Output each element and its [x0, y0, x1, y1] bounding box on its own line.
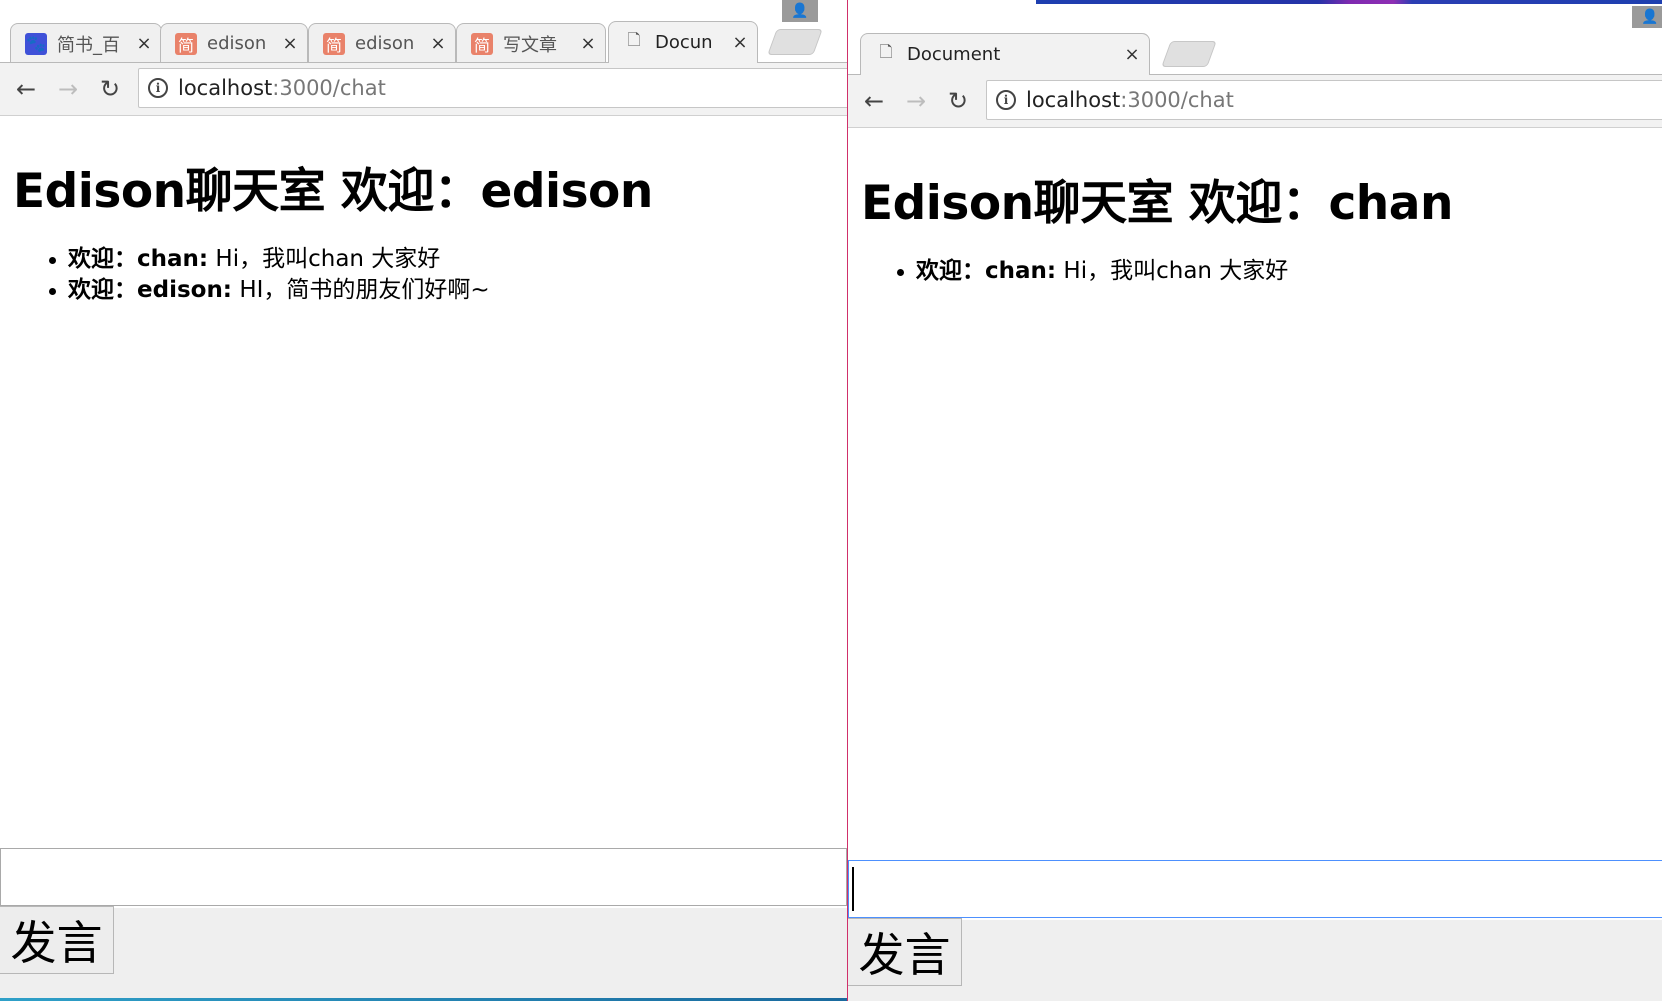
- page-content: Edison聊天室 欢迎：edison 欢迎：chan: Hi，我叫chan 大…: [0, 116, 847, 1001]
- url-host: localhost: [178, 76, 273, 100]
- profile-icon[interactable]: 👤: [1632, 6, 1662, 28]
- message-author: 欢迎：chan:: [916, 258, 1057, 284]
- message-author: 欢迎：chan:: [68, 246, 209, 272]
- tab-jianshu-edison-1[interactable]: 简 edison ×: [160, 23, 308, 63]
- close-icon[interactable]: ×: [731, 32, 749, 53]
- tab-title: edison: [207, 33, 267, 54]
- background-window-edge: [1036, 0, 1662, 4]
- page-title: Edison聊天室 欢迎：chan: [861, 176, 1453, 231]
- message-input[interactable]: [0, 848, 847, 906]
- new-tab-button[interactable]: [767, 29, 823, 55]
- send-button[interactable]: 发言: [0, 906, 114, 974]
- url-host: localhost: [1026, 88, 1121, 112]
- info-icon[interactable]: i: [996, 90, 1016, 110]
- tab-jianshu-edison-2[interactable]: 简 edison ×: [308, 23, 456, 63]
- tab-strip: 🗋 Document ×: [848, 12, 1662, 75]
- info-icon[interactable]: i: [148, 78, 168, 98]
- tab-write-article[interactable]: 简 写文章 ×: [456, 23, 606, 63]
- list-item: 欢迎：chan: Hi，我叫chan 大家好: [896, 256, 1289, 287]
- reload-icon[interactable]: ↻: [944, 87, 972, 115]
- document-icon: 🗋: [627, 30, 641, 49]
- input-area: [0, 908, 847, 1001]
- right-browser-window: 🗋 Document × 👤 ← → ↻ i localhost:3000/ch…: [847, 0, 1662, 1001]
- message-list: 欢迎：chan: Hi，我叫chan 大家好: [848, 256, 1288, 287]
- jianshu-icon: 简: [471, 32, 493, 55]
- browser-toolbar: ← → ↻ i localhost:3000/chat: [848, 75, 1662, 128]
- message-list: 欢迎：chan: Hi，我叫chan 大家好 欢迎：edison: HI，简书的…: [0, 244, 490, 306]
- send-button[interactable]: 发言: [848, 918, 962, 986]
- tab-title: 简书_百: [57, 34, 120, 56]
- close-icon[interactable]: ×: [281, 33, 299, 54]
- profile-icon[interactable]: 👤: [782, 0, 818, 22]
- tab-document-active[interactable]: 🗋 Document ×: [860, 33, 1150, 75]
- tab-title: Document: [907, 44, 1001, 65]
- browser-toolbar: ← → ↻ i localhost:3000/chat: [0, 63, 847, 116]
- message-text: Hi，我叫chan 大家好: [208, 246, 441, 272]
- tab-document-active[interactable]: 🗋 Docun ×: [608, 21, 758, 63]
- tab-baidu[interactable]: 🐾 简书_百 ×: [10, 23, 162, 63]
- message-text: HI，简书的朋友们好啊~: [232, 277, 490, 303]
- new-tab-button[interactable]: [1161, 41, 1217, 67]
- list-item: 欢迎：edison: HI，简书的朋友们好啊~: [49, 275, 490, 306]
- back-icon[interactable]: ←: [12, 75, 40, 103]
- address-bar[interactable]: i localhost:3000/chat: [138, 68, 847, 108]
- url-path: :3000/chat: [1120, 88, 1234, 112]
- page-title: Edison聊天室 欢迎：edison: [13, 164, 653, 219]
- message-text: Hi，我叫chan 大家好: [1056, 258, 1289, 284]
- input-area: [848, 920, 1662, 1001]
- close-icon[interactable]: ×: [1123, 44, 1141, 65]
- reload-icon[interactable]: ↻: [96, 75, 124, 103]
- tab-title: edison: [355, 33, 415, 54]
- message-author: 欢迎：edison:: [68, 277, 233, 303]
- jianshu-icon: 简: [175, 32, 197, 55]
- url-path: :3000/chat: [272, 76, 386, 100]
- address-bar[interactable]: i localhost:3000/chat: [986, 80, 1662, 120]
- jianshu-icon: 简: [323, 32, 345, 55]
- forward-icon[interactable]: →: [54, 75, 82, 103]
- left-browser-window: 🐾 简书_百 × 简 edison × 简 edison × 简 写文章 × 🗋: [0, 0, 847, 1001]
- tab-title: Docun: [655, 32, 713, 53]
- page-content: Edison聊天室 欢迎：chan 欢迎：chan: Hi，我叫chan 大家好…: [848, 128, 1662, 1001]
- list-item: 欢迎：chan: Hi，我叫chan 大家好: [49, 244, 490, 275]
- document-icon: 🗋: [879, 42, 893, 61]
- text-cursor: [852, 867, 854, 911]
- baidu-paw-icon: 🐾: [25, 32, 47, 55]
- tab-strip: 🐾 简书_百 × 简 edison × 简 edison × 简 写文章 × 🗋: [0, 0, 847, 63]
- desktop: 🐾 简书_百 × 简 edison × 简 edison × 简 写文章 × 🗋: [0, 0, 1662, 1001]
- forward-icon[interactable]: →: [902, 87, 930, 115]
- close-icon[interactable]: ×: [579, 33, 597, 54]
- close-icon[interactable]: ×: [429, 33, 447, 54]
- back-icon[interactable]: ←: [860, 87, 888, 115]
- tab-title: 写文章: [503, 34, 557, 56]
- message-input[interactable]: [848, 860, 1662, 918]
- close-icon[interactable]: ×: [135, 33, 153, 54]
